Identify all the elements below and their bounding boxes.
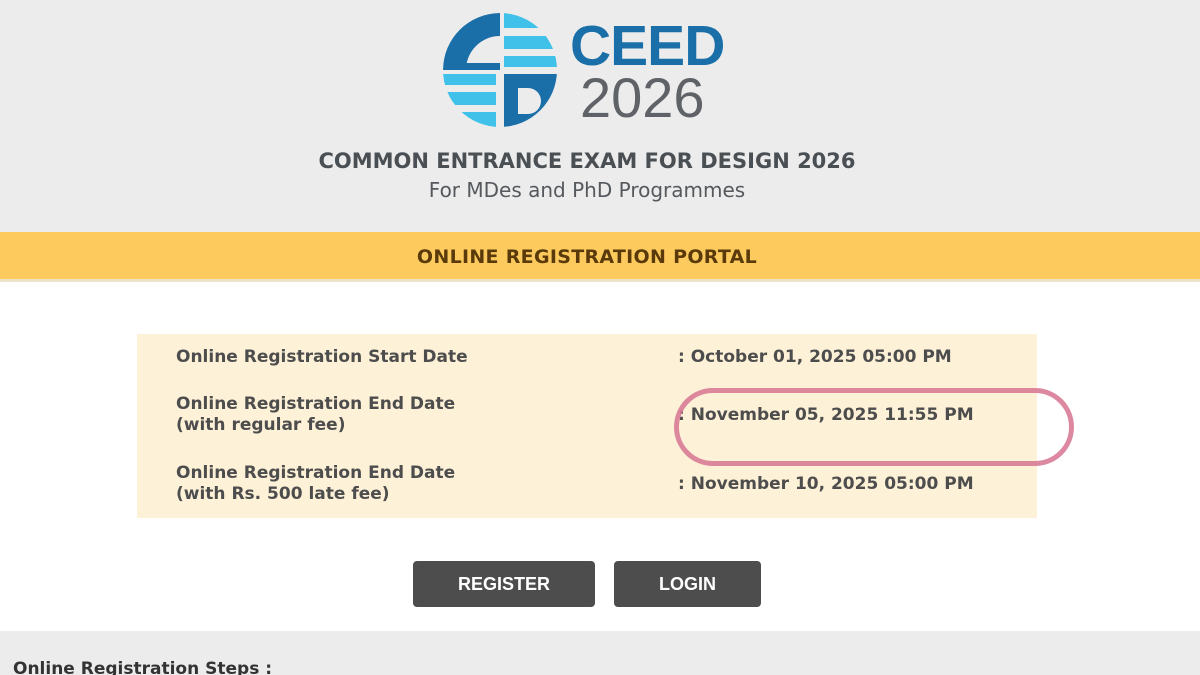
start-date-label: Online Registration Start Date <box>176 347 468 368</box>
end-date-late-label: Online Registration End Date (with Rs. 5… <box>176 463 455 505</box>
steps-heading: Online Registration Steps : <box>13 659 273 675</box>
portal-title: ONLINE REGISTRATION PORTAL <box>416 246 758 268</box>
end-date-regular-label-line1: Online Registration End Date <box>176 394 456 414</box>
register-button[interactable]: REGISTER <box>413 561 595 607</box>
ceed-logo: CEED 2026 <box>442 12 734 130</box>
end-date-regular-label-line2: (with regular fee) <box>176 415 346 435</box>
logo-year: 2026 <box>580 66 705 129</box>
portal-banner: ONLINE REGISTRATION PORTAL <box>0 232 1200 282</box>
registration-steps-section: Online Registration Steps : <box>0 631 1200 675</box>
end-date-regular-value: : November 05, 2025 11:55 PM <box>678 405 974 425</box>
page-title: COMMON ENTRANCE EXAM FOR DESIGN 2026 <box>318 149 856 173</box>
registration-dates-panel: Online Registration Start Date : October… <box>137 334 1037 518</box>
start-date-label-text: Online Registration Start Date <box>176 347 468 367</box>
start-date-value: : October 01, 2025 05:00 PM <box>678 347 952 367</box>
end-date-regular-label: Online Registration End Date (with regul… <box>176 394 455 436</box>
ceed-emblem-icon <box>443 13 557 127</box>
login-button[interactable]: LOGIN <box>614 561 761 607</box>
end-date-late-label-line2: (with Rs. 500 late fee) <box>176 484 390 504</box>
page-subtitle: For MDes and PhD Programmes <box>428 178 746 202</box>
end-date-late-label-line1: Online Registration End Date <box>176 463 456 483</box>
end-date-late-value: : November 10, 2025 05:00 PM <box>678 474 974 494</box>
site-header: CEED 2026 COMMON ENTRANCE EXAM FOR DESIG… <box>0 0 1200 232</box>
